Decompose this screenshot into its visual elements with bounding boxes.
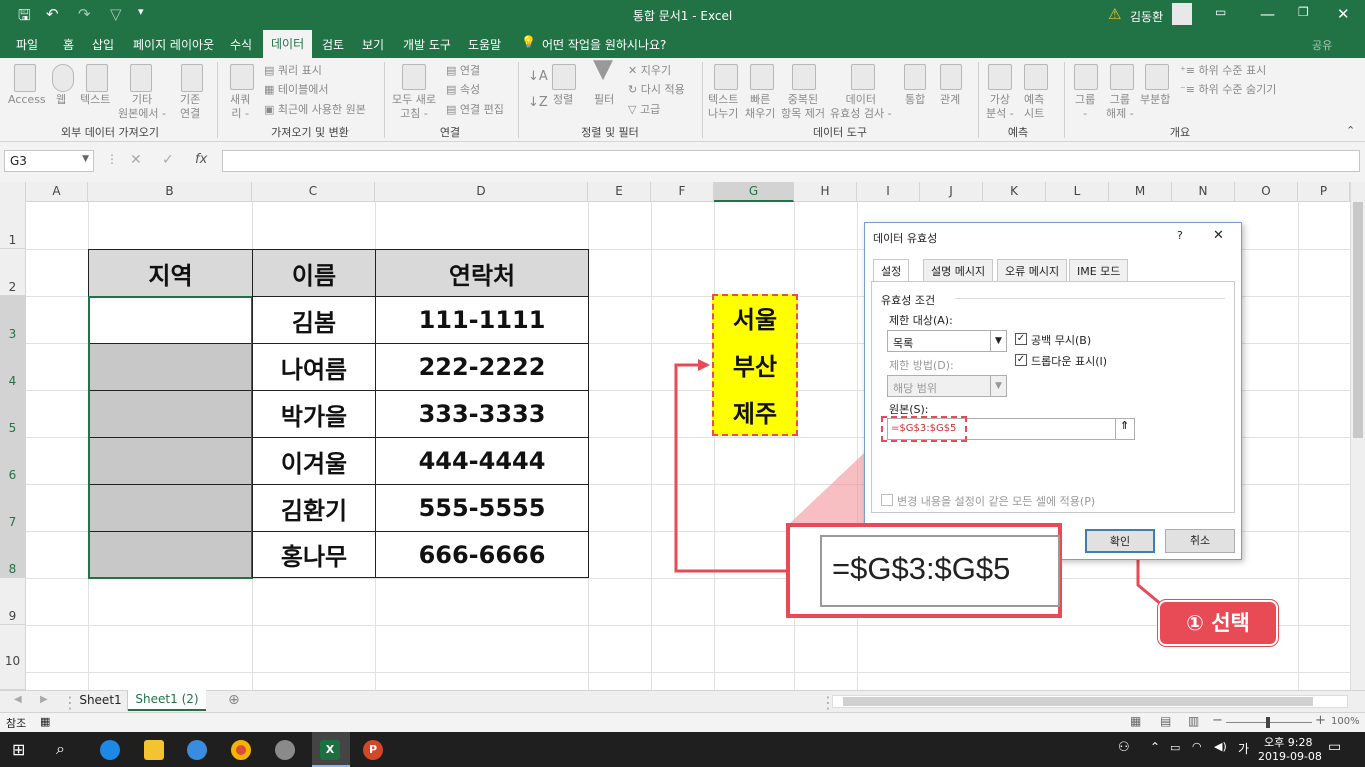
page-layout-icon[interactable]: ▤ bbox=[1160, 714, 1171, 728]
apply-all-label: 변경 내용을 설정이 같은 모든 셀에 적용(P) bbox=[897, 495, 1096, 508]
help-icon[interactable]: ? bbox=[1177, 229, 1183, 242]
tab-input-message[interactable]: 설명 메시지 bbox=[923, 259, 994, 281]
page-break-icon[interactable]: ▥ bbox=[1188, 714, 1199, 728]
normal-view-icon[interactable]: ▦ bbox=[1130, 714, 1141, 728]
chrome-icon[interactable] bbox=[231, 740, 251, 760]
next-sheet-icon[interactable]: ▶ bbox=[40, 694, 48, 705]
criteria-heading: 유효성 조건 bbox=[881, 294, 936, 307]
edge-icon[interactable] bbox=[100, 740, 120, 760]
allow-select[interactable]: 목록 ▼ bbox=[887, 330, 1007, 352]
zoom-in-icon[interactable]: + bbox=[1315, 713, 1326, 728]
clock-date[interactable]: 2019-09-08 bbox=[1258, 750, 1322, 763]
cancel-button[interactable]: 취소 bbox=[1165, 529, 1235, 553]
step-label: ① 선택 bbox=[1158, 600, 1278, 646]
volume-icon[interactable]: ◀) bbox=[1214, 740, 1227, 753]
notification-icon[interactable]: ▭ bbox=[1328, 739, 1341, 755]
prev-sheet-icon[interactable]: ◀ bbox=[14, 694, 22, 705]
data-validation-dialog: 데이터 유효성 ? ✕ 설정 설명 메시지 오류 메시지 IME 모드 유효성 … bbox=[864, 222, 1242, 560]
status-mode: 참조 bbox=[6, 717, 27, 730]
excel-icon[interactable]: X bbox=[320, 740, 340, 760]
ignore-blank-label: 공백 무시(B) bbox=[1031, 334, 1092, 347]
data-value: 해당 범위 bbox=[893, 382, 937, 395]
tab-settings[interactable]: 설정 bbox=[873, 259, 910, 282]
source-highlight bbox=[881, 416, 967, 442]
file-explorer-icon[interactable] bbox=[144, 740, 164, 760]
windows-start-icon[interactable]: ⊞ bbox=[12, 740, 25, 759]
sheet-tab-active[interactable]: Sheet1 (2) bbox=[128, 690, 206, 711]
zoom-slider-thumb[interactable] bbox=[1266, 717, 1270, 728]
scroll-thumb[interactable] bbox=[1353, 202, 1363, 438]
zoom-level[interactable]: 100% bbox=[1331, 716, 1360, 727]
battery-icon[interactable]: ▭ bbox=[1170, 741, 1180, 754]
divider bbox=[955, 298, 1225, 299]
dropdown-label: 드롭다운 표시(I) bbox=[1031, 355, 1108, 368]
zoom-callout: =$G$3:$G$5 bbox=[786, 523, 1062, 618]
status-bar: 참조 ▦ ▦ ▤ ▥ − + 100% bbox=[0, 712, 1365, 732]
arrowhead-icon bbox=[698, 359, 710, 371]
sheet-tab[interactable]: Sheet1 bbox=[74, 691, 128, 711]
collapse-dialog-icon[interactable]: ⇑ bbox=[1115, 419, 1133, 439]
ignore-blank-checkbox[interactable]: ✓ bbox=[1015, 333, 1027, 345]
sheet-tab-bar: ◀ ▶ ⋮ Sheet1 Sheet1 (2) ⊕ ⋮ bbox=[0, 690, 1365, 712]
people-icon[interactable]: ⚇ bbox=[1118, 740, 1130, 755]
zoom-out-icon[interactable]: − bbox=[1212, 713, 1223, 728]
wifi-icon[interactable]: ◠ bbox=[1192, 740, 1202, 753]
data-label: 제한 방법(D): bbox=[889, 359, 954, 372]
apply-all-checkbox[interactable] bbox=[881, 494, 893, 506]
app-icon[interactable] bbox=[275, 740, 295, 760]
powerpoint-icon[interactable]: P bbox=[363, 740, 383, 760]
source-label: 원본(S): bbox=[889, 403, 929, 416]
chevron-down-icon[interactable]: ▼ bbox=[990, 376, 1006, 396]
allow-value: 목록 bbox=[893, 337, 914, 350]
clock-time[interactable]: 오후 9:28 bbox=[1264, 734, 1312, 750]
data-select[interactable]: 해당 범위 ▼ bbox=[887, 375, 1007, 397]
ie-icon[interactable] bbox=[187, 740, 207, 760]
ok-button[interactable]: 확인 bbox=[1085, 529, 1155, 553]
search-icon[interactable]: ⌕ bbox=[56, 739, 65, 759]
tab-ime-mode[interactable]: IME 모드 bbox=[1069, 259, 1129, 281]
add-sheet-icon[interactable]: ⊕ bbox=[228, 692, 240, 708]
tray-expand-icon[interactable]: ⌃ bbox=[1150, 740, 1160, 754]
macro-record-icon[interactable]: ▦ bbox=[40, 715, 50, 728]
ime-indicator[interactable]: 가 bbox=[1238, 740, 1249, 757]
dialog-title: 데이터 유효성 bbox=[873, 232, 938, 245]
dialog-close-icon[interactable]: ✕ bbox=[1213, 228, 1224, 243]
connector-arrow bbox=[674, 363, 790, 573]
hscroll-thumb[interactable] bbox=[843, 697, 1313, 706]
dropdown-checkbox[interactable]: ✓ bbox=[1015, 354, 1027, 366]
tab-error-alert[interactable]: 오류 메시지 bbox=[997, 259, 1068, 281]
allow-label: 제한 대상(A): bbox=[889, 314, 953, 327]
zoom-source-value: =$G$3:$G$5 bbox=[820, 535, 1060, 607]
vertical-scrollbar[interactable] bbox=[1350, 182, 1365, 690]
horizontal-scrollbar[interactable] bbox=[832, 695, 1348, 708]
chevron-down-icon[interactable]: ▼ bbox=[990, 331, 1006, 351]
